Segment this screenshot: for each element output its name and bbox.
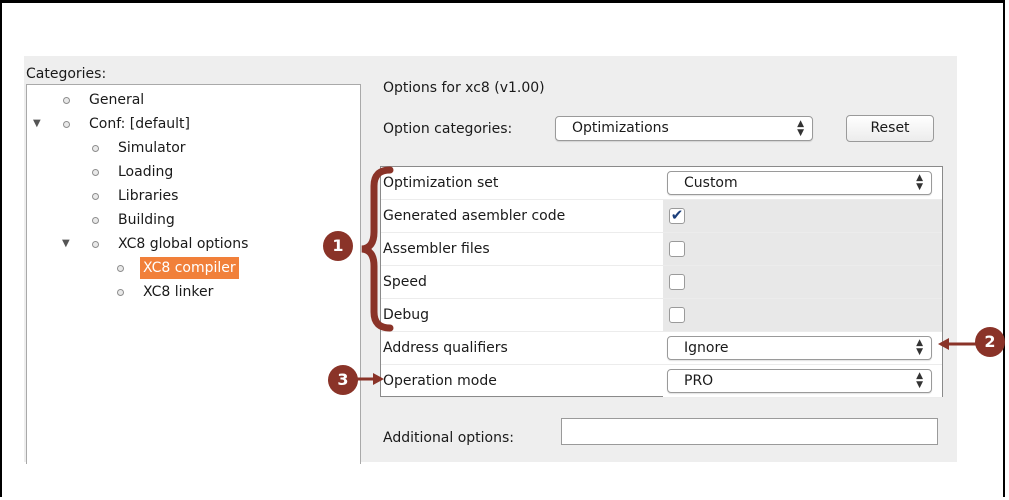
option-label: Operation mode xyxy=(383,373,497,389)
tree-item-label: Simulator xyxy=(118,140,186,156)
option-categories-value: Optimizations xyxy=(572,120,669,136)
option-row: Generated asembler code ✔ xyxy=(381,200,942,233)
node-bullet-icon xyxy=(92,193,99,200)
tree-item-label: Building xyxy=(118,212,175,228)
tree-item[interactable]: Libraries xyxy=(27,185,357,207)
option-label: Optimization set xyxy=(383,175,499,191)
tree-item[interactable]: General xyxy=(27,89,357,111)
option-checkbox[interactable]: ✔ xyxy=(669,208,685,224)
option-row: Optimization set Custom ▲ ▼ xyxy=(381,167,942,200)
disclosure-arrow-icon[interactable]: ▼ xyxy=(33,113,41,135)
disclosure-arrow-icon[interactable]: ▼ xyxy=(62,233,70,255)
node-bullet-icon xyxy=(117,289,124,296)
option-value-cell xyxy=(663,266,942,298)
callout-badge-2: 2 xyxy=(975,327,1005,357)
chevron-updown-icon: ▲ ▼ xyxy=(916,173,923,192)
node-bullet-icon xyxy=(63,97,70,104)
tree-item-label: XC8 compiler xyxy=(140,257,239,279)
callout-arrow-2 xyxy=(938,338,978,350)
tree-item-label: XC8 linker xyxy=(143,284,214,300)
option-select[interactable]: Ignore ▲ ▼ xyxy=(667,336,932,360)
tree-item[interactable]: XC8 linker xyxy=(27,281,357,303)
option-select[interactable]: Custom ▲ ▼ xyxy=(667,171,932,195)
tree-item-label: XC8 global options xyxy=(118,236,249,252)
tree-item[interactable]: ▼ XC8 global options xyxy=(27,233,357,255)
option-categories-select[interactable]: Optimizations ▲ ▼ xyxy=(555,116,813,141)
tree-item-label: Conf: [default] xyxy=(89,116,190,132)
node-bullet-icon xyxy=(92,169,99,176)
checkmark-icon: ✔ xyxy=(670,206,684,224)
option-checkbox[interactable] xyxy=(669,274,685,290)
tree-item-label: Libraries xyxy=(118,188,179,204)
chevron-updown-icon: ▲ ▼ xyxy=(797,118,804,138)
option-value-cell xyxy=(663,233,942,265)
tree-item-label: Loading xyxy=(118,164,174,180)
option-select-value: Custom xyxy=(684,175,738,191)
bracket-annotation xyxy=(361,166,394,332)
callout-badge-1: 1 xyxy=(323,231,353,261)
tree-item[interactable]: ▼ Conf: [default] xyxy=(27,113,357,135)
option-checkbox[interactable] xyxy=(669,307,685,323)
callout-arrow-3 xyxy=(356,373,384,385)
additional-options-input[interactable] xyxy=(561,418,938,445)
tree-item[interactable]: Simulator xyxy=(27,137,357,159)
node-bullet-icon xyxy=(63,121,70,128)
option-label: Generated asembler code xyxy=(383,208,566,224)
chevron-updown-icon: ▲ ▼ xyxy=(916,338,923,357)
additional-options-label: Additional options: xyxy=(383,430,515,446)
option-row: Speed xyxy=(381,266,942,299)
tree-item[interactable]: Building xyxy=(27,209,357,231)
options-table: Optimization set Custom ▲ ▼ Generated asembl… xyxy=(380,166,943,398)
options-title: Options for xc8 (v1.00) xyxy=(383,80,545,96)
option-checkbox[interactable] xyxy=(669,241,685,257)
option-select-value: PRO xyxy=(684,373,714,389)
option-row: Address qualifiers Ignore ▲ ▼ xyxy=(381,332,942,365)
tree-item-label: General xyxy=(89,92,145,108)
node-bullet-icon xyxy=(92,241,99,248)
categories-tree: General ▼ Conf: [default] Simulator Loading L… xyxy=(26,84,361,464)
tree-item[interactable]: XC8 compiler xyxy=(27,257,357,279)
option-row: Assembler files xyxy=(381,233,942,266)
reset-button[interactable]: Reset xyxy=(846,115,934,142)
option-categories-label: Option categories: xyxy=(383,121,513,137)
node-bullet-icon xyxy=(117,265,124,272)
option-select[interactable]: PRO ▲ ▼ xyxy=(667,369,932,393)
tree-item[interactable]: Loading xyxy=(27,161,357,183)
option-value-cell xyxy=(663,299,942,331)
option-label: Address qualifiers xyxy=(383,340,508,356)
option-value-cell xyxy=(663,200,942,232)
option-select-value: Ignore xyxy=(684,340,729,356)
callout-badge-3: 3 xyxy=(328,365,358,395)
chevron-updown-icon: ▲ ▼ xyxy=(916,371,923,390)
option-row: Operation mode PRO ▲ ▼ xyxy=(381,365,942,398)
node-bullet-icon xyxy=(92,145,99,152)
node-bullet-icon xyxy=(92,217,99,224)
option-row: Debug xyxy=(381,299,942,332)
categories-title: Categories: xyxy=(26,66,107,82)
